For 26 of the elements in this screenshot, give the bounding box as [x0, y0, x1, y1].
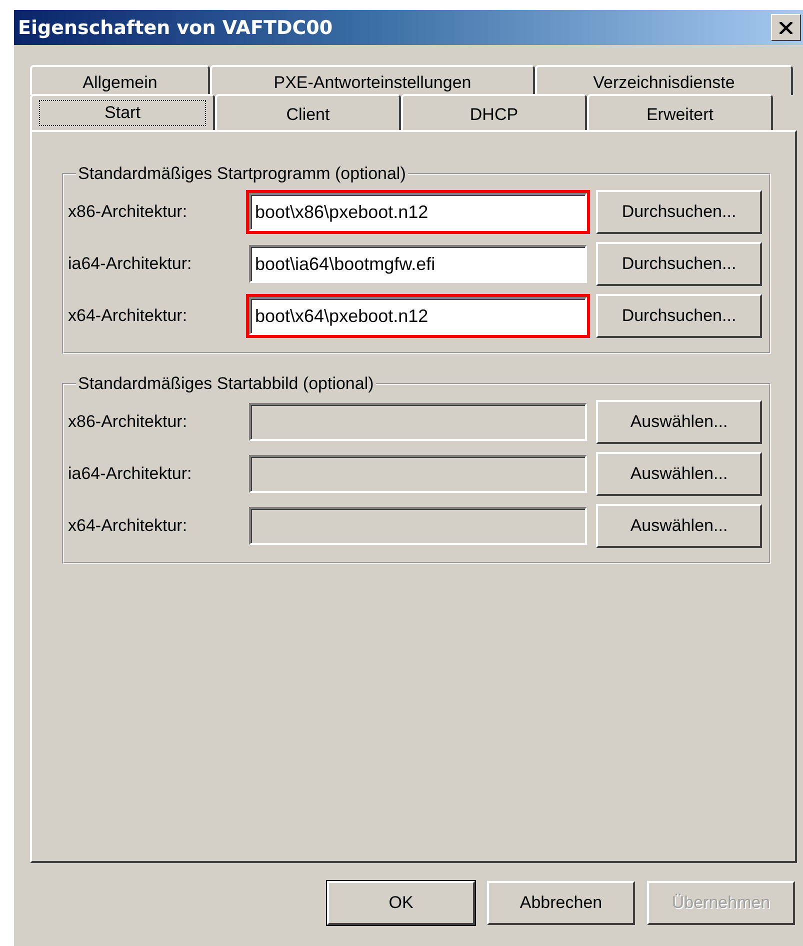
window-title: Eigenschaften von VAFTDC00 [18, 16, 333, 38]
field-label: x86-Architektur: [68, 412, 188, 432]
tab[interactable]: Start [30, 94, 215, 130]
field-label: ia64-Architektur: [68, 254, 193, 274]
path-field[interactable]: boot\ia64\bootmgfw.efi [249, 245, 587, 283]
browse-button[interactable]: Durchsuchen... [596, 242, 762, 286]
tab[interactable]: DHCP [401, 94, 587, 130]
tab[interactable]: PXE-Antworteinstellungen [210, 65, 535, 95]
path-field[interactable]: boot\x64\pxeboot.n12 [249, 297, 587, 335]
field-label: ia64-Architektur: [68, 464, 193, 484]
close-button[interactable] [771, 14, 801, 41]
field-label: x64-Architektur: [68, 516, 188, 536]
group-title: Standardmäßiges Startprogramm (optional) [77, 164, 407, 184]
path-field[interactable]: boot\x86\pxeboot.n12 [249, 193, 587, 231]
tab[interactable]: Client [215, 94, 401, 130]
close-icon [779, 22, 793, 34]
browse-button[interactable]: Durchsuchen... [596, 294, 762, 338]
browse-button[interactable]: Durchsuchen... [596, 190, 762, 234]
dialog-button[interactable]: OK [327, 881, 475, 925]
group-title: Standardmäßiges Startabbild (optional) [77, 374, 375, 394]
tab[interactable]: Verzeichnisdienste [535, 65, 793, 95]
tab[interactable]: Erweitert [587, 94, 773, 130]
field-label: x86-Architektur: [68, 202, 188, 222]
field-label: x64-Architektur: [68, 306, 188, 326]
tab[interactable]: Allgemein [30, 65, 210, 95]
dialog-button[interactable]: Abbrechen [487, 881, 635, 925]
